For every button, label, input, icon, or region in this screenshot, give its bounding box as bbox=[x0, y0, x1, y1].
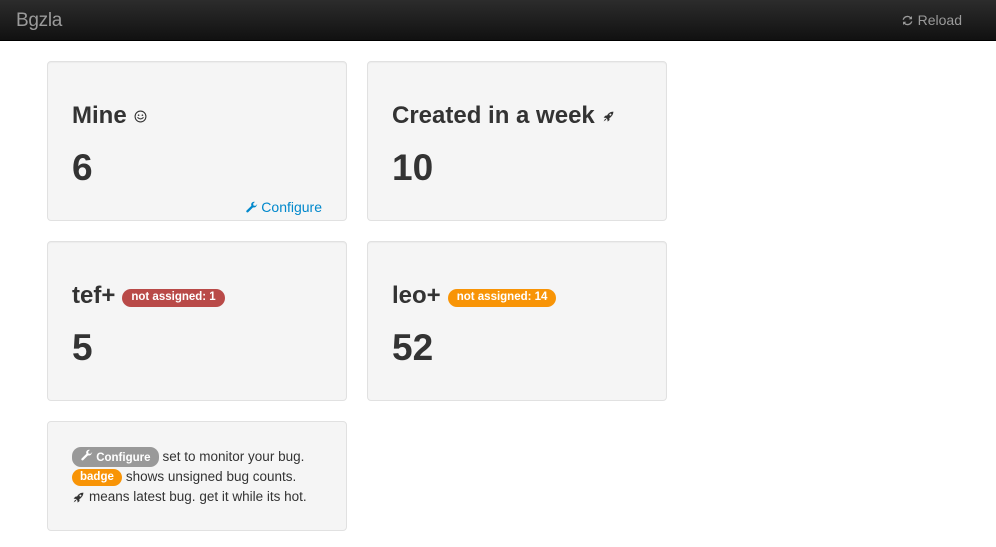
rocket-icon bbox=[72, 491, 85, 504]
card-mine-count: 6 bbox=[72, 147, 93, 188]
card-mine-title: Mine bbox=[72, 102, 127, 129]
configure-link[interactable]: Configure bbox=[245, 199, 322, 215]
refresh-icon bbox=[901, 14, 914, 27]
help-text-2: shows unsigned bug counts. bbox=[125, 469, 297, 484]
wrench-icon bbox=[245, 201, 258, 214]
not-assigned-badge: not assigned: 1 bbox=[122, 289, 225, 307]
top-navbar: Bgzla Reload bbox=[0, 0, 996, 41]
help-text-1: set to monitor your bug. bbox=[162, 449, 305, 464]
configure-badge-label: Configure bbox=[96, 452, 151, 464]
card-created-count: 10 bbox=[392, 147, 434, 188]
card-created-title: Created in a week bbox=[392, 102, 595, 129]
help-text-3: means latest bug. get it while its hot. bbox=[89, 489, 307, 504]
card-created-title-row: Created in a week bbox=[392, 102, 615, 130]
card-mine-title-row: Mine bbox=[72, 102, 147, 130]
help-line-badge: badge shows unsigned bug counts. bbox=[72, 467, 346, 487]
wrench-icon bbox=[80, 449, 93, 462]
help-card: Configure set to monitor your bug. badge… bbox=[47, 421, 347, 531]
card-leo[interactable]: leo+ not assigned: 14 52 bbox=[367, 241, 667, 401]
reload-button[interactable]: Reload bbox=[901, 12, 962, 28]
card-tef-count: 5 bbox=[72, 327, 93, 368]
help-line-configure: Configure set to monitor your bug. bbox=[72, 447, 346, 467]
card-leo-title: leo+ bbox=[392, 282, 441, 309]
reload-label: Reload bbox=[917, 12, 962, 28]
configure-badge: Configure bbox=[72, 447, 159, 467]
card-tef[interactable]: tef+ not assigned: 1 5 bbox=[47, 241, 347, 401]
help-line-rocket: means latest bug. get it while its hot. bbox=[72, 487, 346, 507]
example-badge: badge bbox=[72, 468, 122, 486]
configure-label: Configure bbox=[261, 199, 322, 215]
card-leo-title-row: leo+ not assigned: 14 bbox=[392, 282, 557, 310]
card-mine[interactable]: Mine 6 Configure bbox=[47, 61, 347, 221]
card-tef-title-row: tef+ not assigned: 1 bbox=[72, 282, 225, 310]
card-tef-title: tef+ bbox=[72, 282, 116, 309]
rocket-icon bbox=[602, 110, 615, 123]
smile-icon bbox=[134, 110, 147, 123]
card-created-week[interactable]: Created in a week 10 bbox=[367, 61, 667, 221]
not-assigned-badge: not assigned: 14 bbox=[447, 289, 557, 307]
card-leo-count: 52 bbox=[392, 327, 434, 368]
brand-title[interactable]: Bgzla bbox=[16, 10, 62, 32]
